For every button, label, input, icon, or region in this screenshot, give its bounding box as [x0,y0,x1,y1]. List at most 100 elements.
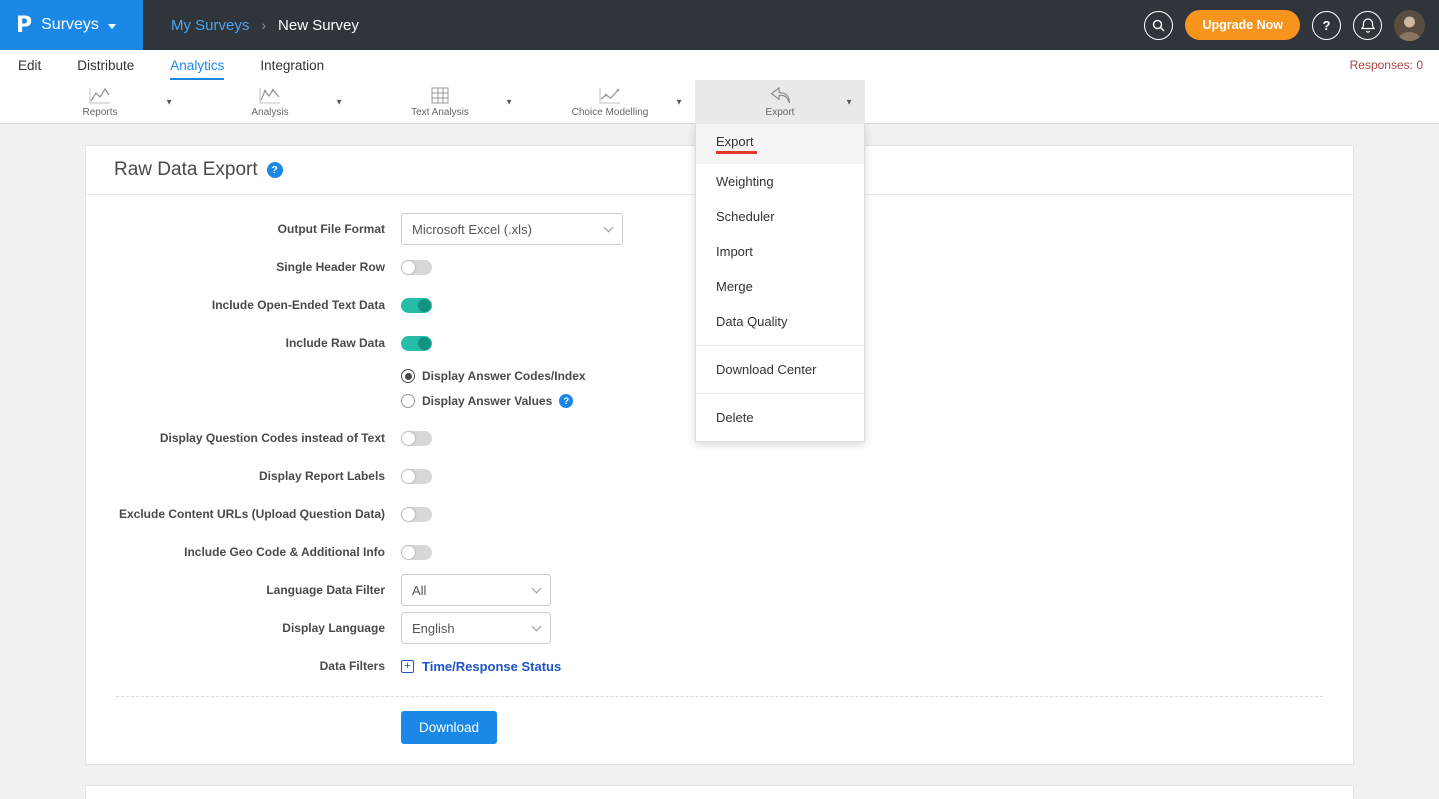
toggle-knob [418,299,431,312]
exclude-urls-toggle[interactable] [401,507,432,522]
search-button[interactable] [1144,11,1173,40]
geo-code-row: Include Geo Code & Additional Info [86,536,1353,568]
toolbar-label-reports: Reports [82,107,117,118]
avatar-photo [1394,10,1425,41]
chevron-down-icon [532,621,542,631]
breadcrumb-separator-icon: › [261,17,266,33]
single-header-toggle[interactable] [401,260,432,275]
display-language-value: English [412,621,455,636]
chevron-down-icon[interactable]: ▼ [845,98,853,107]
toolbar-item-choice-modelling[interactable]: Choice Modelling ▼ [525,80,695,124]
search-icon [1152,19,1165,32]
answer-values-option: Display Answer Values ? [401,390,1353,412]
chevron-down-icon[interactable]: ▼ [675,98,683,107]
top-bar: P Surveys My Surveys › New Survey Upgrad… [0,0,1439,50]
help-icon[interactable]: ? [559,394,573,408]
open-ended-toggle[interactable] [401,298,432,313]
menu-divider [696,345,864,346]
menu-item-merge[interactable]: Merge [696,269,864,304]
toolbar-label-text-analysis: Text Analysis [411,107,469,118]
tab-distribute[interactable]: Distribute [77,50,134,80]
language-filter-label: Language Data Filter [86,583,401,597]
expand-plus-icon[interactable]: + [401,660,414,673]
download-row: Download [86,697,1353,764]
product-name: Surveys [41,16,99,34]
analysis-chart-icon [259,87,281,104]
menu-item-import[interactable]: Import [696,234,864,269]
output-file-format-label: Output File Format [86,222,401,236]
analytics-toolbar: Reports ▼ Analysis ▼ Text Analysis ▼ Cho… [0,80,1439,124]
help-button[interactable]: ? [1312,11,1341,40]
chevron-down-icon [604,222,614,232]
user-avatar[interactable] [1394,10,1425,41]
data-filters-label: Data Filters [86,659,401,673]
report-labels-label: Display Report Labels [86,469,401,483]
reports-chart-icon [89,87,111,104]
toggle-knob [402,546,415,559]
menu-item-download-center[interactable]: Download Center [696,352,864,387]
toggle-knob [418,337,431,350]
single-header-label: Single Header Row [86,260,401,274]
chevron-down-icon[interactable]: ▼ [335,98,343,107]
open-ended-label: Include Open-Ended Text Data [86,298,401,312]
text-analysis-grid-icon [431,87,449,104]
output-file-format-select[interactable]: Microsoft Excel (.xls) [401,213,623,245]
question-mark-icon: ? [1323,18,1331,33]
topbar-actions: Upgrade Now ? [1144,10,1439,41]
report-labels-row: Display Report Labels [86,460,1353,492]
toggle-knob [402,432,415,445]
export-dropdown-menu: Export Weighting Scheduler Import Merge … [695,124,865,442]
tab-integration[interactable]: Integration [260,50,324,80]
breadcrumb-current-survey: New Survey [278,17,359,34]
geo-code-toggle[interactable] [401,545,432,560]
bell-icon [1361,18,1375,33]
charts-analytics-export-header: Charts & Analytics Export ? [86,786,1353,799]
menu-item-export[interactable]: Export [696,124,864,164]
answer-values-label: Display Answer Values [422,394,552,408]
page-title: Raw Data Export [114,159,258,181]
answer-values-radio[interactable] [401,394,415,408]
toggle-knob [402,470,415,483]
language-filter-select[interactable]: All [401,574,551,606]
exclude-urls-label: Exclude Content URLs (Upload Question Da… [86,507,401,521]
charts-analytics-export-card: Charts & Analytics Export ? [85,785,1354,799]
download-button[interactable]: Download [401,711,497,744]
menu-item-export-label: Export [716,134,754,149]
menu-item-scheduler[interactable]: Scheduler [696,199,864,234]
menu-divider [696,393,864,394]
raw-data-label: Include Raw Data [86,336,401,350]
exclude-urls-row: Exclude Content URLs (Upload Question Da… [86,498,1353,530]
display-language-select[interactable]: English [401,612,551,644]
question-codes-toggle[interactable] [401,431,432,446]
raw-data-toggle[interactable] [401,336,432,351]
annotation-red-underline [716,151,757,154]
tab-edit[interactable]: Edit [18,50,41,80]
toolbar-item-reports[interactable]: Reports ▼ [15,80,185,124]
answer-codes-radio[interactable] [401,369,415,383]
notifications-button[interactable] [1353,11,1382,40]
product-switcher[interactable]: P Surveys [0,0,143,50]
upgrade-now-button[interactable]: Upgrade Now [1185,10,1300,40]
toolbar-item-analysis[interactable]: Analysis ▼ [185,80,355,124]
menu-item-data-quality[interactable]: Data Quality [696,304,864,339]
chevron-down-icon [532,583,542,593]
choice-modelling-chart-icon [599,87,621,104]
answer-codes-label: Display Answer Codes/Index [422,369,586,383]
toolbar-label-analysis: Analysis [251,107,288,118]
time-response-status-link[interactable]: Time/Response Status [422,659,561,674]
report-labels-toggle[interactable] [401,469,432,484]
help-icon[interactable]: ? [267,162,283,178]
chevron-down-icon [108,24,116,29]
toolbar-label-choice-modelling: Choice Modelling [572,107,649,118]
language-filter-row: Language Data Filter All [86,574,1353,606]
tab-analytics[interactable]: Analytics [170,50,224,80]
menu-item-delete[interactable]: Delete [696,400,864,435]
toolbar-item-export[interactable]: Export ▼ [695,80,865,124]
output-file-format-value: Microsoft Excel (.xls) [412,222,532,237]
chevron-down-icon[interactable]: ▼ [505,98,513,107]
chevron-down-icon[interactable]: ▼ [165,98,173,107]
breadcrumb-my-surveys[interactable]: My Surveys [171,17,249,34]
toolbar-item-text-analysis[interactable]: Text Analysis ▼ [355,80,525,124]
export-share-arrow-icon [769,87,791,104]
menu-item-weighting[interactable]: Weighting [696,164,864,199]
